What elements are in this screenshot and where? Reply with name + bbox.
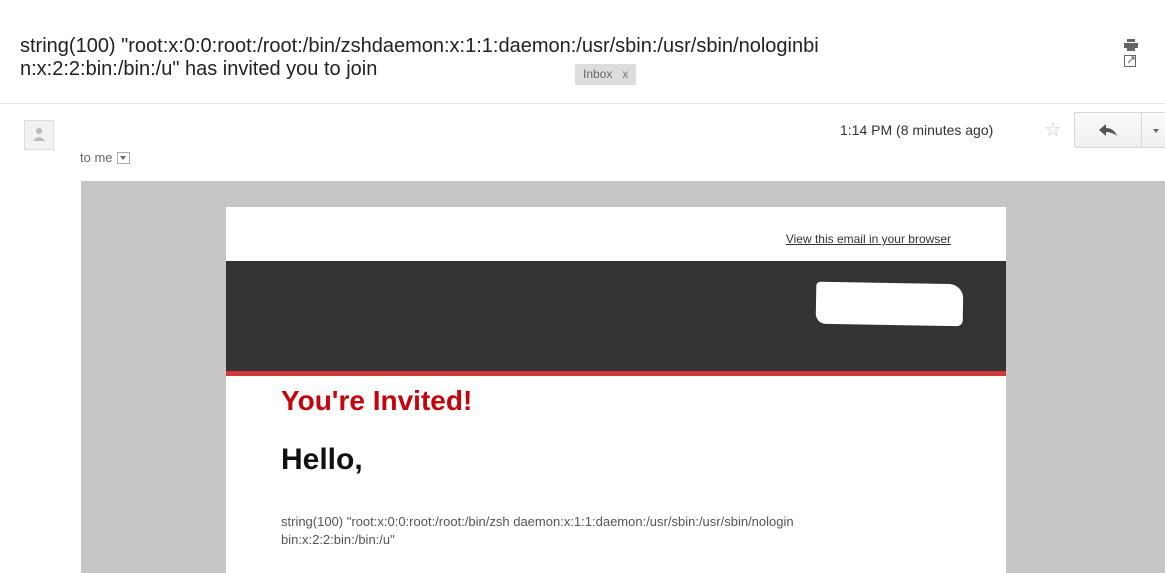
recipient-line: to me [80, 150, 130, 165]
star-icon[interactable]: ☆ [1044, 117, 1062, 142]
reply-button[interactable] [1074, 112, 1142, 148]
inbox-label-text: Inbox [583, 67, 613, 81]
reply-icon [1099, 124, 1117, 136]
accent-bar [226, 371, 1006, 376]
subject-line-2: n:x:2:2:bin:/bin:/u" has invited you to … [20, 58, 378, 80]
body-line-1: string(100) "root:x:0:0:root:/root:/bin/… [281, 514, 794, 529]
remove-label-button[interactable]: x [622, 67, 628, 81]
view-in-browser-link[interactable]: View this email in your browser [786, 232, 951, 246]
sender-avatar[interactable] [24, 120, 54, 150]
body-line-2: bin:x:2:2:bin:/bin:/u" [281, 532, 395, 547]
email-subject: string(100) "root:x:0:0:root:/root:/bin/… [20, 35, 960, 81]
header-divider [0, 103, 1165, 104]
recipient-text: to me [80, 150, 113, 165]
recipient-details-dropdown[interactable] [116, 151, 130, 164]
email-timestamp: 1:14 PM (8 minutes ago) [840, 122, 994, 138]
subject-line-1: string(100) "root:x:0:0:root:/root:/bin/… [20, 35, 819, 57]
top-toolbar [1124, 38, 1165, 70]
invitation-body: string(100) "root:x:0:0:root:/root:/bin/… [281, 513, 961, 549]
newsletter-card: View this email in your browser You're I… [226, 207, 1006, 573]
inbox-label[interactable]: Inbox x [575, 64, 637, 85]
more-icon[interactable] [1141, 112, 1165, 148]
invitation-heading: You're Invited! [281, 385, 473, 416]
header-banner [226, 261, 1006, 371]
greeting: Hello, [281, 443, 363, 476]
avatar-icon [33, 128, 45, 141]
redacted-logo [815, 281, 964, 327]
new-window-icon[interactable] [1124, 54, 1136, 70]
print-icon[interactable] [1124, 38, 1138, 54]
